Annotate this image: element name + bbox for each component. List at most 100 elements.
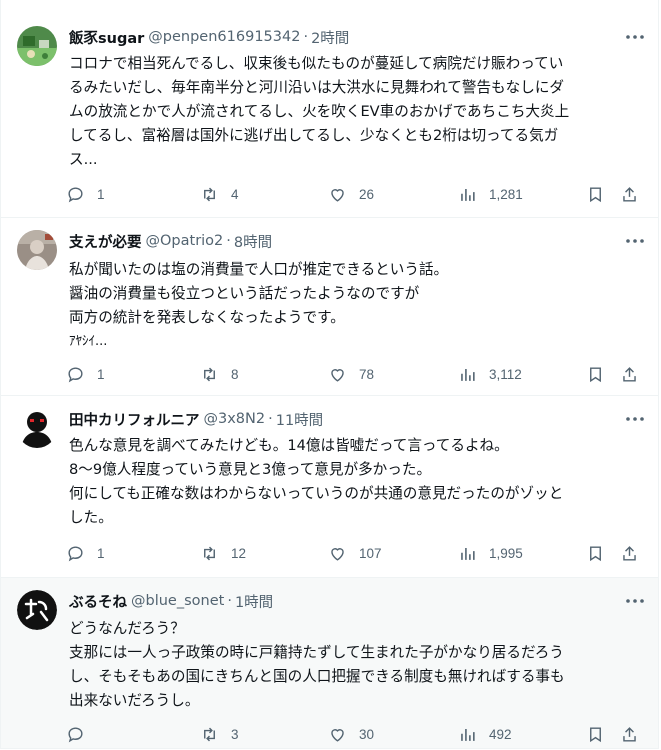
- retweet-button[interactable]: 8: [193, 358, 239, 390]
- bookmark-icon: [589, 186, 601, 202]
- avatar[interactable]: [17, 230, 57, 270]
- retweet-count: 4: [231, 186, 239, 202]
- retweet-count: 3: [231, 726, 239, 742]
- like-button[interactable]: 26: [321, 178, 374, 210]
- retweet-icon: [203, 727, 215, 741]
- share-button[interactable]: [613, 178, 645, 210]
- views-button[interactable]: 492: [451, 718, 512, 750]
- tweet-header: 飯豕sugar @penpen616915342 · 2時間: [69, 26, 642, 48]
- tweet-line: 色んな意見を調べてみたけども。14億は皆嘘だって言ってるよね。: [69, 437, 509, 454]
- like-icon: [330, 547, 344, 561]
- tweet[interactable]: 飯豕sugar @penpen616915342 · 2時間 コロナで相当死んで…: [1, 14, 658, 218]
- reply-icon: [67, 545, 83, 561]
- tweet-line: 醤油の消費量も役立つという話だったようなのですが: [69, 285, 420, 302]
- timestamp[interactable]: 1時間: [235, 591, 273, 612]
- tweet[interactable]: 支えが必要 @Opatrio2 · 8時間 私が聞いたのは塩の消費量で人口が推定…: [1, 218, 658, 396]
- more-icon[interactable]: [624, 590, 646, 612]
- like-button[interactable]: 78: [321, 358, 374, 390]
- share-button[interactable]: [613, 358, 645, 390]
- tweet-text: コロナで相当死んでるし、収束後も似たものが蔓延して病院だけ賑わってい るみたいだ…: [69, 52, 644, 172]
- retweet-icon: [203, 367, 215, 381]
- reply-icon: [67, 186, 83, 202]
- timestamp[interactable]: 8時間: [234, 231, 272, 252]
- like-count: 107: [359, 545, 382, 561]
- views-count: 3,112: [489, 366, 522, 382]
- retweet-count: 8: [231, 366, 239, 382]
- reply-count: 1: [97, 545, 105, 561]
- tweet-line: ス...: [69, 151, 98, 168]
- tweet-line: 何にしても正確な数はわからないっていうのが共通の意見だったのがゾッと: [69, 485, 564, 502]
- tweet-line: してるし、富裕層は国外に逃げ出してるし、少なくとも2桁は切ってる気ガ: [69, 127, 559, 144]
- tweet-line: し、そもそもあの国にきちんと国の人口把握できる制度も無ければする事も: [69, 668, 565, 685]
- views-button[interactable]: 3,112: [451, 358, 522, 390]
- author-handle[interactable]: @blue_sonet: [131, 593, 224, 609]
- share-button[interactable]: [613, 537, 645, 569]
- tweet[interactable]: 田中カリフォルニア @3x8N2 · 11時間 色んな意見を調べてみたけども。1…: [1, 396, 658, 578]
- bookmark-button[interactable]: [579, 718, 611, 750]
- more-icon[interactable]: [624, 230, 646, 252]
- tweet[interactable]: ぶるそね @blue_sonet · 1時間 どうなんだろう？ 支那には一人っ子…: [1, 578, 658, 749]
- author-handle[interactable]: @Opatrio2: [146, 233, 224, 249]
- separator-dot: ·: [268, 411, 273, 427]
- tweet-line: した。: [69, 509, 113, 526]
- bookmark-icon: [589, 545, 601, 561]
- action-bar: 1 12 107 1,995: [59, 537, 652, 569]
- author-handle[interactable]: @3x8N2: [204, 411, 266, 427]
- like-count: 26: [359, 186, 375, 202]
- reply-count: 1: [97, 366, 105, 382]
- reply-button[interactable]: 1: [59, 178, 105, 210]
- tweet-header: 田中カリフォルニア @3x8N2 · 11時間: [69, 408, 642, 430]
- tweet-line: 支那には一人っ子政策の時に戸籍持たずして生まれた子がかなり居るだろう: [69, 644, 564, 661]
- tweet-header: ぶるそね @blue_sonet · 1時間: [69, 590, 642, 612]
- views-count: 1,995: [489, 545, 523, 561]
- views-icon: [460, 188, 475, 201]
- author-name[interactable]: ぶるそね: [69, 591, 127, 612]
- more-icon[interactable]: [624, 26, 646, 48]
- reply-button[interactable]: [59, 718, 97, 750]
- author-name[interactable]: 田中カリフォルニア: [69, 409, 200, 430]
- reply-icon: [67, 366, 83, 382]
- avatar[interactable]: [17, 408, 57, 448]
- share-icon: [622, 726, 636, 742]
- views-button[interactable]: 1,995: [451, 537, 523, 569]
- author-name[interactable]: 支えが必要: [69, 231, 142, 252]
- like-count: 78: [359, 366, 375, 382]
- action-bar: 1 8 78 3,112: [59, 358, 652, 390]
- tweet-text: どうなんだろう？ 支那には一人っ子政策の時に戸籍持たずして生まれた子がかなり居る…: [69, 617, 644, 713]
- bookmark-button[interactable]: [579, 537, 611, 569]
- avatar[interactable]: [17, 590, 57, 630]
- retweet-button[interactable]: 3: [193, 718, 239, 750]
- like-button[interactable]: 107: [321, 537, 382, 569]
- author-handle[interactable]: @penpen616915342: [148, 29, 300, 45]
- timestamp[interactable]: 11時間: [276, 409, 323, 430]
- tweet-line: コロナで相当死んでるし、収束後も似たものが蔓延して病院だけ賑わってい: [69, 55, 564, 72]
- author-name[interactable]: 飯豕sugar: [69, 27, 144, 48]
- views-button[interactable]: 1,281: [451, 178, 523, 210]
- tweet-line: 8～9億人程度っていう意見と3億って意見が多かった。: [69, 461, 432, 478]
- more-icon[interactable]: [624, 408, 646, 430]
- views-icon: [460, 728, 475, 741]
- tweet-line: 出来ないだろうし。: [69, 692, 200, 709]
- timeline: 飯豕sugar @penpen616915342 · 2時間 コロナで相当死んで…: [0, 0, 659, 749]
- share-icon: [622, 186, 636, 202]
- bookmark-button[interactable]: [579, 178, 611, 210]
- reply-button[interactable]: 1: [59, 358, 105, 390]
- reply-icon: [67, 726, 83, 742]
- tweet-line: 両方の統計を発表しなくなったようです。: [69, 309, 345, 326]
- like-icon: [330, 368, 344, 382]
- retweet-button[interactable]: 12: [193, 537, 246, 569]
- share-button[interactable]: [613, 718, 645, 750]
- like-button[interactable]: 30: [321, 718, 374, 750]
- separator-dot: ·: [226, 233, 231, 249]
- retweet-button[interactable]: 4: [193, 178, 239, 210]
- like-icon: [330, 188, 344, 202]
- bookmark-button[interactable]: [579, 358, 611, 390]
- tweet-line: るみたいだし、毎年南半分と河川沿いは大洪水に見舞われて警告もなしにダ: [69, 79, 565, 96]
- tweet-line: ムの放流とかで人が流されてるし、火を吹くEV車のおかげであちこち大炎上: [69, 103, 570, 120]
- timestamp[interactable]: 2時間: [311, 27, 349, 48]
- avatar[interactable]: [17, 26, 57, 66]
- like-count: 30: [359, 726, 375, 742]
- views-count: 1,281: [489, 186, 523, 202]
- reply-button[interactable]: 1: [59, 537, 105, 569]
- views-icon: [460, 547, 475, 560]
